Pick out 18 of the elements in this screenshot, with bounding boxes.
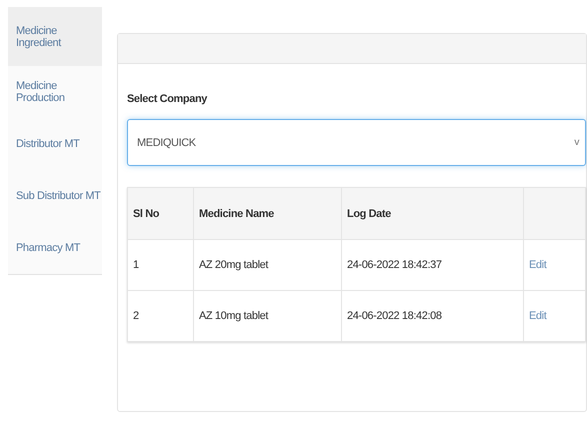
- company-select[interactable]: MEDIQUICK v: [127, 119, 586, 166]
- table-cell: AZ 20mg tablet: [194, 240, 342, 290]
- sidebar-item[interactable]: Medicine Ingredient: [8, 7, 102, 66]
- column-header: Medicine Name: [194, 188, 342, 240]
- column-header: Log Date: [342, 188, 524, 240]
- table-cell: 24-06-2022 18:42:37: [342, 240, 524, 290]
- edit-link[interactable]: Edit: [529, 310, 546, 322]
- field-label: Select Company: [127, 93, 208, 107]
- table-cell: 1: [128, 240, 194, 290]
- sidebar-item[interactable]: Medicine Production: [8, 66, 102, 118]
- table-cell: 24-06-2022 18:42:08: [342, 290, 524, 342]
- sidebar-item[interactable]: Pharmacy MT: [8, 222, 102, 274]
- column-header: Sl No: [128, 188, 194, 240]
- sidebar-item[interactable]: Sub Distributor MT: [8, 170, 102, 222]
- table-cell: 2: [128, 290, 194, 342]
- edit-link[interactable]: Edit: [529, 259, 546, 271]
- table-cell: AZ 10mg tablet: [194, 290, 342, 342]
- sidebar-item[interactable]: Distributor MT: [8, 118, 102, 170]
